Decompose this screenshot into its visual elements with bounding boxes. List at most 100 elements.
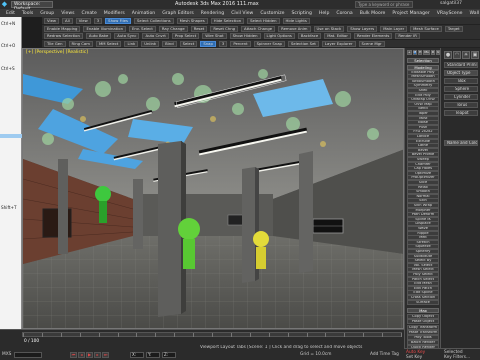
ribbon-button[interactable]: Use on Stack [313,25,345,32]
ribbon-button[interactable]: Show Hidden [229,32,261,39]
ribbon-button[interactable]: Link [124,40,139,47]
menu-bulk-moore[interactable]: Bulk Moore [360,11,386,16]
primitive-button-torus[interactable]: Torus [444,102,478,108]
menu-corona[interactable]: Corona [336,11,352,16]
ribbon-button[interactable]: Scene Mgr [358,40,385,47]
play-button[interactable]: ▶ [86,352,93,358]
primitive-type-dropdown[interactable]: Standard Primitives [444,62,478,68]
command-tab[interactable]: Mo [423,50,430,55]
viewport-label[interactable]: [+] [Perspective] [Realistic] [26,50,88,55]
ribbon-button[interactable]: Enable Mapping [44,25,81,32]
menu-edit[interactable]: Edit [6,11,15,16]
command-tab[interactable]: M [412,50,418,55]
ribbon-button[interactable]: Render Elements [353,32,393,39]
ribbon-button[interactable]: Redraw Selection [44,32,83,39]
shortcut-save[interactable]: Ctrl+S [1,66,15,71]
ribbon-button[interactable]: Hide Selection [210,17,245,24]
ribbon-button[interactable]: Reset [190,25,208,32]
ribbon-button[interactable]: Light Options [263,32,295,39]
search-input[interactable]: Type a keyword or phrase [355,1,413,8]
menu-graph-editors[interactable]: Graph Editors [162,11,194,16]
ribbon-button[interactable]: Snap [200,40,216,47]
primitive-button-teapot[interactable]: Teapot [444,110,478,116]
menu-tools[interactable]: Tools [22,11,33,16]
ribbon-button[interactable]: View [44,17,60,24]
prev-frame-button[interactable]: ◂ [78,352,85,358]
coord-z-field[interactable]: Z: [162,352,176,358]
ribbon-button[interactable]: Remove Anim [278,25,311,32]
ribbon-button[interactable]: Target [444,25,463,32]
ribbon-button[interactable]: Backface [297,32,322,39]
menu-help[interactable]: Help [319,11,329,16]
set-key-button[interactable]: Set Key [406,355,422,360]
user-name[interactable]: salgatil37 [440,1,462,6]
ribbon-button[interactable]: Layer Explorer [321,40,356,47]
ribbon-button[interactable]: Unlink [141,40,160,47]
ribbon-button[interactable]: View [75,17,91,24]
ribbon-button[interactable]: Enable Illumination [83,25,126,32]
menu-vrayscene[interactable]: VRayScene [437,11,463,16]
ribbon-button[interactable]: Mesh Surface [410,25,442,32]
next-frame-button[interactable]: ▸ [94,352,101,358]
menu-views[interactable]: Views [61,11,74,16]
shapes-icon[interactable]: ◠ [453,51,461,59]
ribbon-button[interactable]: 3 [218,40,228,47]
ribbon-button[interactable]: 3 [93,17,103,24]
ribbon-button[interactable]: Select Hidden [247,17,280,24]
maxscript-listener[interactable] [14,352,42,358]
object-type-header[interactable]: Object Type [444,70,478,76]
ribbon-button[interactable]: Auto Bake [85,32,112,39]
menu-create[interactable]: Create [82,11,97,16]
primitive-button-sphere[interactable]: Sphere [444,86,478,92]
ribbon-button[interactable]: All [62,17,73,24]
command-tab[interactable]: H [418,50,423,55]
shortcut-open[interactable]: Ctrl+O [1,43,15,48]
goto-end-button[interactable]: ⏭ [102,352,109,358]
ribbon-button[interactable]: Selection Set [287,40,319,47]
ribbon-button[interactable]: Env. Select [128,25,156,32]
ribbon-button[interactable]: Show Files [105,17,131,24]
ribbon-button[interactable]: Select Collections [133,17,174,24]
cameras-icon[interactable]: ▣ [471,51,479,59]
menu-customize[interactable]: Customize [260,11,284,16]
ribbon-button[interactable]: Ring Cam [68,40,93,47]
shortcut-shift-t[interactable]: Shift+T [1,205,17,210]
command-tab[interactable]: + [407,50,412,55]
ribbon-button[interactable]: Percent [230,40,251,47]
modifier-button[interactable]: Surface [407,299,439,305]
goto-start-button[interactable]: ⏮ [70,352,77,358]
ribbon-button[interactable]: Prop Select [171,32,200,39]
ribbon-button[interactable]: Spinner Snap [253,40,285,47]
workspace-select[interactable]: Workspace: Default [11,1,53,12]
ribbon-button[interactable]: Auto Sync [114,32,140,39]
menu-project-manager[interactable]: Project Manager [392,11,429,16]
geometry-icon[interactable]: ● [444,51,452,59]
time-slider[interactable] [22,332,402,337]
menu-rendering[interactable]: Rendering [201,11,224,16]
primitive-button-cylinder[interactable]: Cylinder [444,94,478,100]
ribbon-button[interactable]: MM Select [95,40,122,47]
ribbon-button[interactable]: Attach Change [241,25,276,32]
ribbon-button[interactable]: Bind [162,40,177,47]
name-color-header[interactable]: Name and Color [444,140,478,146]
app-logo-icon[interactable]: ◆ [0,0,9,9]
ribbon-button[interactable]: Wire Shot [202,32,227,39]
coord-x-field[interactable]: X: [130,352,144,358]
maxscript-label[interactable]: MXS [2,352,11,357]
ribbon-button[interactable]: Hide Lights [282,17,310,24]
ribbon-button[interactable]: Mesh Shapes [176,17,208,24]
primitive-button-box[interactable]: Box [444,78,478,84]
ribbon-button[interactable]: Mat. Editor [324,32,351,39]
add-time-tag[interactable]: Add Time Tag [370,352,399,357]
menu-modifiers[interactable]: Modifiers [104,11,125,16]
command-tab[interactable]: D [430,50,436,55]
ribbon-button[interactable]: Main Layer [380,25,408,32]
menu-wall-worm[interactable]: Wall Worm [470,11,480,16]
ribbon-button[interactable]: Show Layers [347,25,378,32]
ribbon-button[interactable]: Render IR [395,32,420,39]
menu-scripting[interactable]: Scripting [291,11,311,16]
menu-group[interactable]: Group [40,11,54,16]
ribbon-button[interactable]: Select [179,40,198,47]
lights-icon[interactable]: ☀ [462,51,470,59]
selection-header[interactable]: Selection [407,58,439,63]
